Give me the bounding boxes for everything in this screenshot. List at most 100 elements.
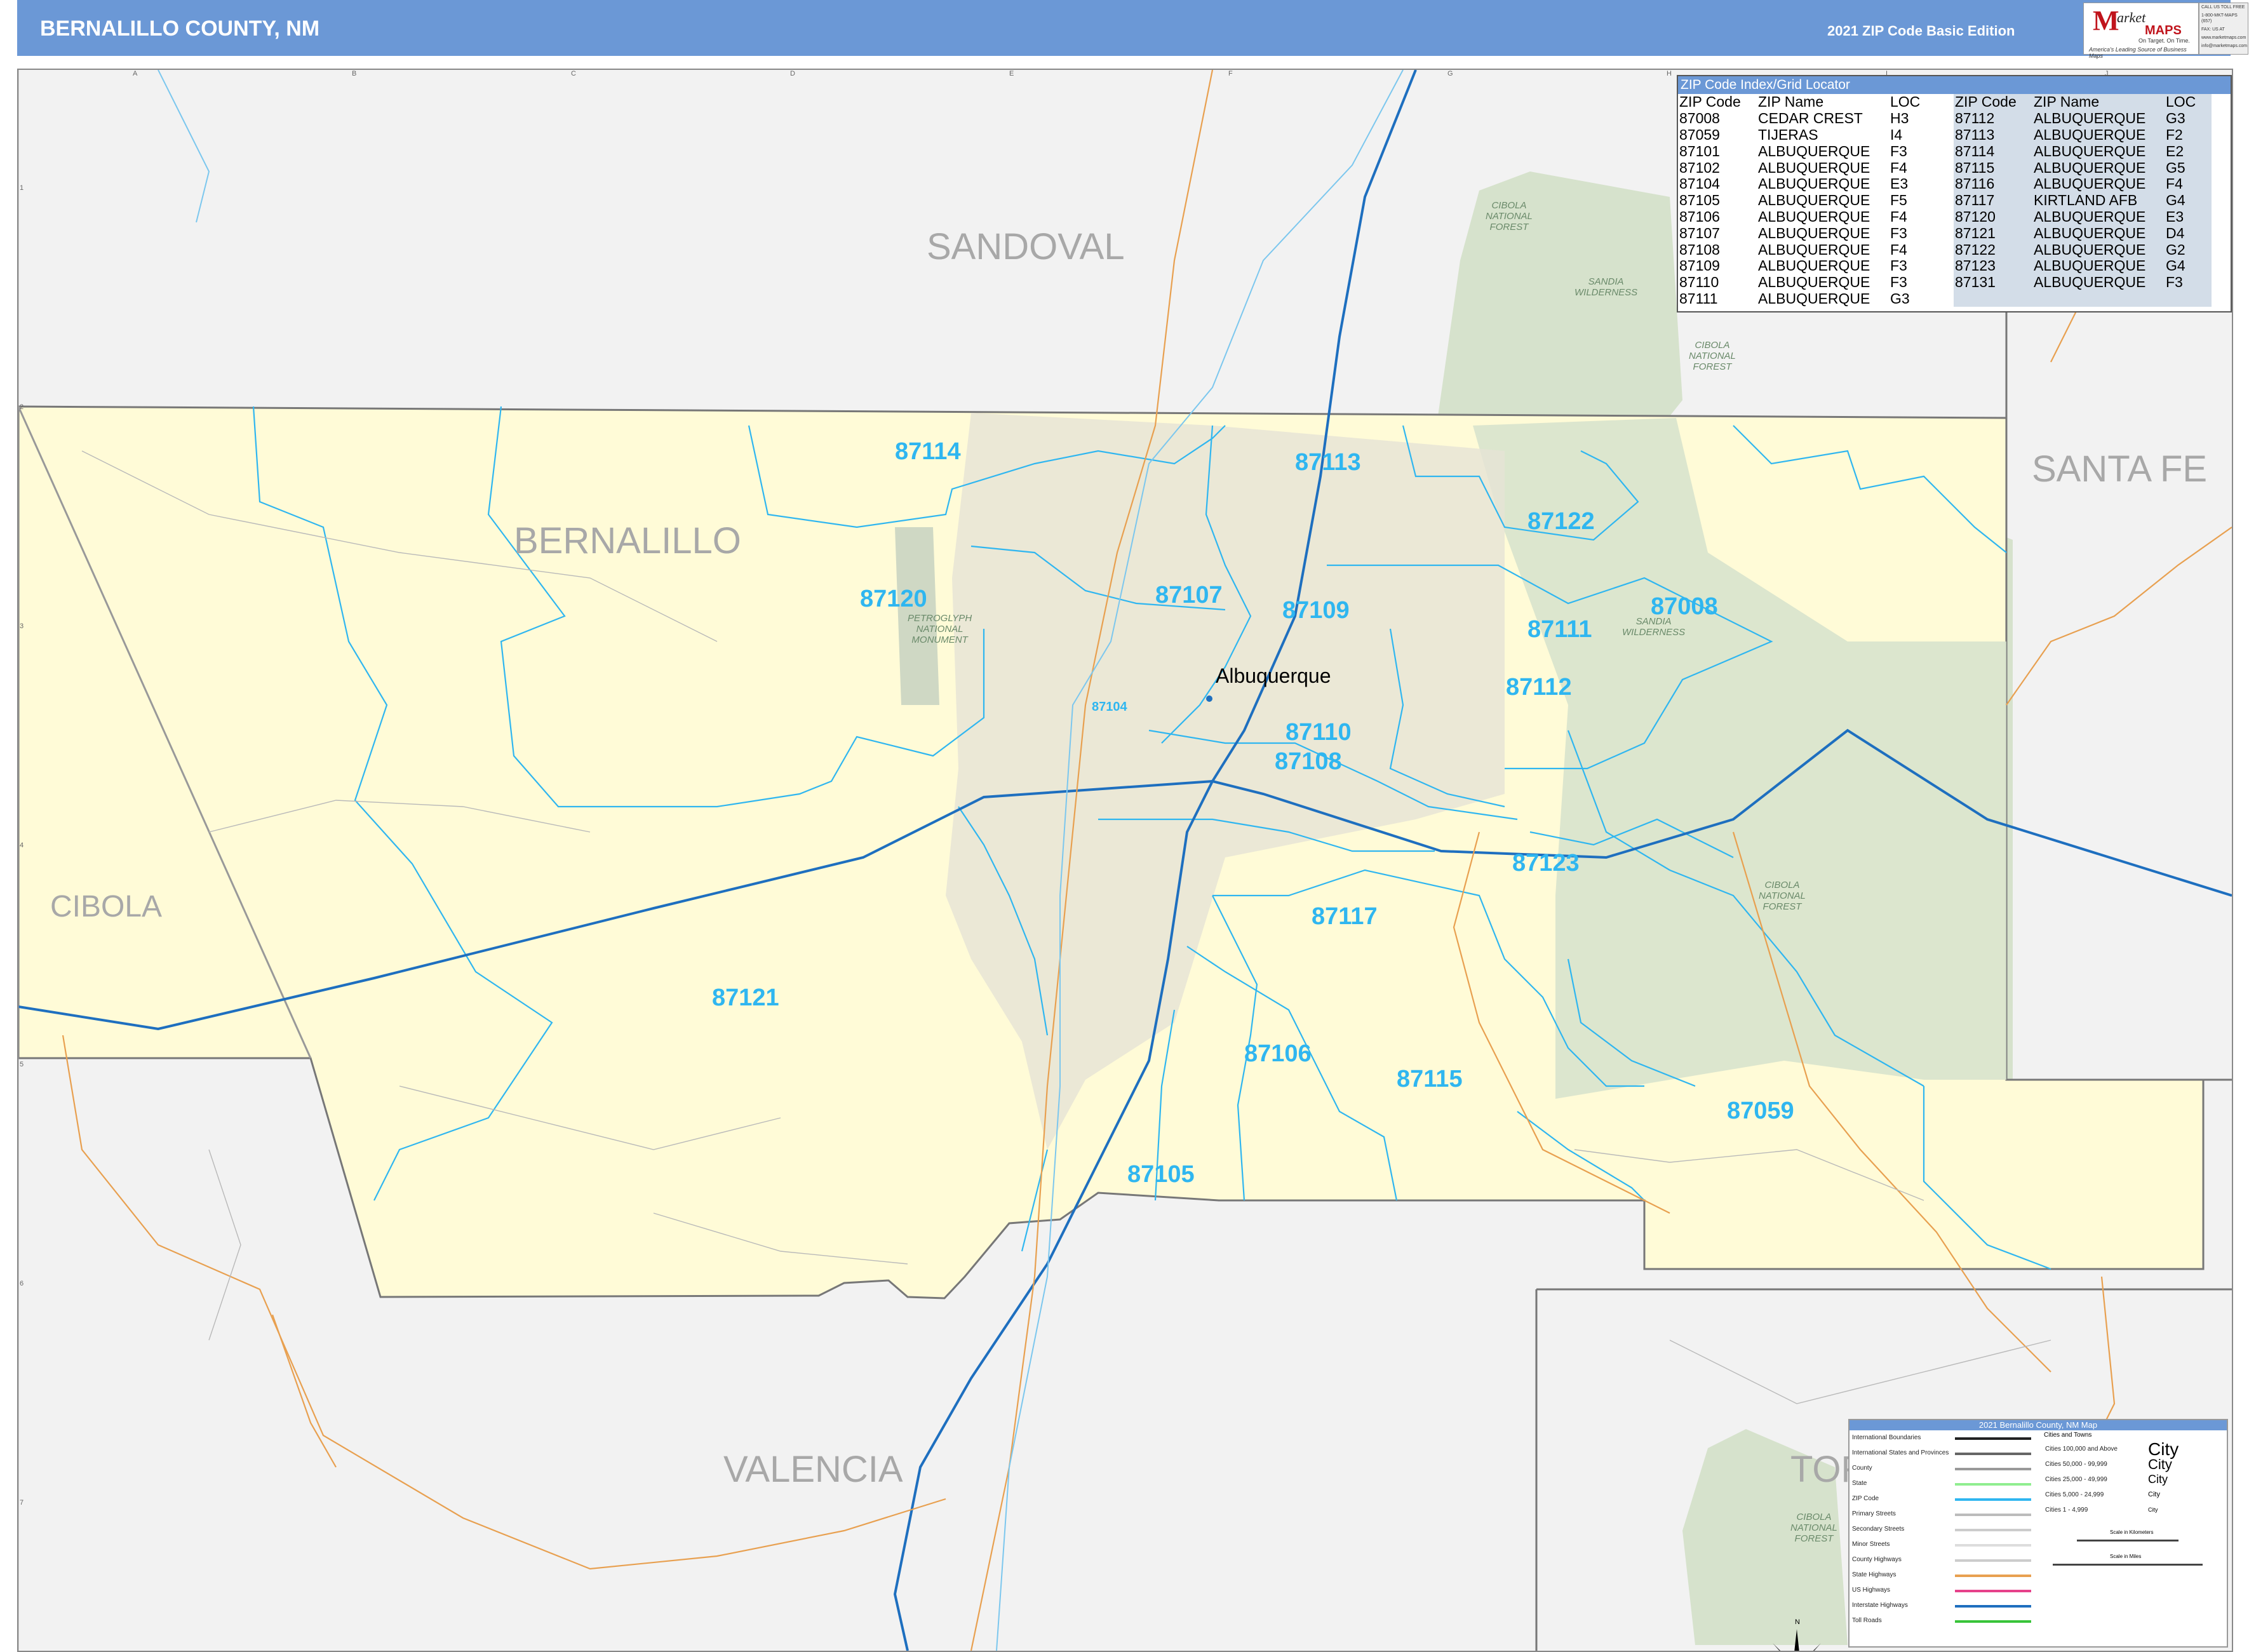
zip-index-row: 87109 ALBUQUERQUE F3 87123 ALBUQUERQUE G4 xyxy=(1678,258,2212,274)
zip-index-cell: G4 xyxy=(2165,192,2212,209)
zip-index-title: ZIP Code Index/Grid Locator xyxy=(1678,76,2231,94)
zip-index-cell: F3 xyxy=(2165,274,2212,291)
forest-line: FOREST xyxy=(1762,901,1802,912)
zip-label-87109[interactable]: 87109 xyxy=(1282,597,1350,624)
logo-arket: arket xyxy=(2117,10,2146,25)
grid-col-g: G xyxy=(1447,70,1453,77)
logo-maps: MAPS xyxy=(2145,24,2182,37)
grid-col-a: A xyxy=(133,70,138,77)
zip-label-87113[interactable]: 87113 xyxy=(1295,449,1361,476)
zip-label-87059[interactable]: 87059 xyxy=(1727,1098,1794,1125)
legend-title: 2021 Bernalillo County, NM Map xyxy=(1850,1420,2227,1430)
zip-index-cell: I4 xyxy=(1890,126,1903,143)
zip-index-cell: ZIP Name xyxy=(2032,94,2165,111)
wilderness-label: SANDIA WILDERNESS xyxy=(1574,276,1637,298)
zip-label-87123[interactable]: 87123 xyxy=(1512,850,1580,877)
zip-index-row: 87102 ALBUQUERQUE F4 87115 ALBUQUERQUE G5 xyxy=(1678,159,2212,176)
zip-label-87107[interactable]: 87107 xyxy=(1155,582,1223,609)
zip-index-cell: KIRTLAND AFB xyxy=(2032,192,2165,209)
legend-city-class: Cities 100,000 and Above xyxy=(2045,1446,2118,1453)
city-dot xyxy=(1206,695,1212,702)
monument-label: PETROGLYPH NATIONAL MONUMENT xyxy=(908,613,972,645)
zip-index-cell: ALBUQUERQUE xyxy=(2032,111,2165,127)
legend-item-label: International States and Provinces xyxy=(1852,1449,1949,1456)
zip-index-row: 87105 ALBUQUERQUE F5 87117 KIRTLAND AFB G4 xyxy=(1678,192,2212,209)
legend-city-class: Cities 50,000 - 99,999 xyxy=(2045,1461,2107,1468)
zip-label-87115[interactable]: 87115 xyxy=(1397,1066,1463,1093)
zip-label-87008[interactable]: 87008 xyxy=(1651,593,1718,621)
zip-index-cell: F5 xyxy=(1890,192,1907,209)
legend-item-label: State xyxy=(1852,1480,1867,1487)
county-label-valencia: VALENCIA xyxy=(723,1449,903,1490)
grid-col-h: H xyxy=(1667,70,1672,77)
zip-label-87105[interactable]: 87105 xyxy=(1127,1161,1195,1188)
zip-index-cell: H3 xyxy=(1890,110,1909,127)
zip-index-cell: F3 xyxy=(1890,257,1907,274)
zip-index-cell: 87104 xyxy=(1679,175,1720,192)
zip-index-cell: 87109 xyxy=(1679,257,1720,274)
zip-index-cell: 87123 xyxy=(1954,258,2032,274)
zip-index-table: ZIP Code ZIP Name LOC ZIP Code ZIP Name LOC 87… xyxy=(1678,94,2212,307)
zip-label-87106[interactable]: 87106 xyxy=(1244,1040,1312,1068)
zip-index-cell: F2 xyxy=(2165,127,2212,144)
zip-label-87110[interactable]: 87110 xyxy=(1286,719,1352,746)
forest-label: CIBOLA NATIONAL FOREST xyxy=(1759,880,1806,912)
zip-label-87108[interactable]: 87108 xyxy=(1275,748,1342,776)
legend-item-symbol xyxy=(1955,1437,2031,1440)
county-label-santa-fe: SANTA FE xyxy=(2032,448,2208,490)
forest-line: CIBOLA xyxy=(1764,880,1800,890)
zip-label-87120[interactable]: 87120 xyxy=(860,586,927,613)
legend-item-label: State Highways xyxy=(1852,1571,1897,1578)
zip-index-header-row: ZIP Code ZIP Name LOC ZIP Code ZIP Name LOC xyxy=(1678,94,2212,111)
logo-tagline-2: America's Leading Source of Business Map… xyxy=(2089,46,2187,59)
grid-row-6: 6 xyxy=(20,1280,24,1287)
zip-index-cell: ALBUQUERQUE xyxy=(2032,241,2165,258)
zip-index-cell: LOC xyxy=(1890,93,1921,111)
legend-item-symbol xyxy=(1955,1544,2031,1547)
zip-index-cell: G4 xyxy=(2165,258,2212,274)
legend-item-label: Toll Roads xyxy=(1852,1617,1882,1624)
grid-col-f: F xyxy=(1228,70,1233,77)
forest-line: NATIONAL xyxy=(916,624,963,635)
forest-label: CIBOLA NATIONAL FOREST xyxy=(1689,340,1736,372)
zip-label-87117[interactable]: 87117 xyxy=(1312,903,1378,930)
map-legend: 2021 Bernalillo County, NM Map Internati… xyxy=(1848,1419,2228,1648)
zip-label-87121[interactable]: 87121 xyxy=(712,984,779,1012)
forest-line: WILDERNESS xyxy=(1574,287,1638,298)
zip-index-cell: 87101 xyxy=(1679,142,1720,159)
contact-line: 1-800-MKT-MAPS (657) xyxy=(2201,13,2238,24)
grid-col-d: D xyxy=(790,70,795,77)
zip-index-cell: ALBUQUERQUE xyxy=(2032,258,2165,274)
zip-label-87112[interactable]: 87112 xyxy=(1506,674,1572,701)
forest-line: CIBOLA xyxy=(1796,1512,1832,1522)
zip-index-row: 87059 TIJERAS I4 87113 ALBUQUERQUE F2 xyxy=(1678,127,2212,144)
zip-label-87111[interactable]: 87111 xyxy=(1527,616,1592,643)
zip-index-cell: 87008 xyxy=(1679,110,1720,127)
zip-index-cell: ALBUQUERQUE xyxy=(2032,274,2165,291)
zip-index-cell: ALBUQUERQUE xyxy=(2032,127,2165,144)
map-title: BERNALILLO COUNTY, NM xyxy=(40,17,320,41)
zip-index-cell: ALBUQUERQUE xyxy=(2032,225,2165,242)
logo-m: M xyxy=(2093,5,2119,36)
zip-index-cell: 87108 xyxy=(1679,241,1720,258)
forest-line: SANDIA xyxy=(1588,276,1624,287)
legend-item-label: ZIP Code xyxy=(1852,1495,1879,1502)
zip-index-cell: ALBUQUERQUE xyxy=(1758,175,1870,192)
grid-row-2: 2 xyxy=(20,403,24,411)
grid-row-1: 1 xyxy=(20,184,24,192)
zip-label-87114[interactable]: 87114 xyxy=(895,438,961,466)
legend-item-label: County Highways xyxy=(1852,1556,1902,1563)
market-maps-logo: M arket MAPS On Target. On Time. America… xyxy=(2083,3,2199,59)
zip-index-cell: ALBUQUERQUE xyxy=(1758,241,1870,258)
zip-label-87122[interactable]: 87122 xyxy=(1527,508,1595,535)
zip-label-87104[interactable]: 87104 xyxy=(1092,700,1127,715)
contact-line: CALL US TOLL FREE xyxy=(2201,5,2245,10)
zip-index-cell: 87117 xyxy=(1954,192,2032,209)
zip-index-cell: ALBUQUERQUE xyxy=(1758,159,1870,176)
zip-index-row: 87110 ALBUQUERQUE F3 87131 ALBUQUERQUE F3 xyxy=(1678,274,2212,291)
city-label-albuquerque[interactable]: Albuquerque xyxy=(1216,664,1331,688)
forest-line: FOREST xyxy=(1489,222,1529,232)
zip-index-cell: F3 xyxy=(1890,274,1907,291)
zip-index-cell: F4 xyxy=(2165,176,2212,192)
zip-index-cell: 87131 xyxy=(1954,274,2032,291)
